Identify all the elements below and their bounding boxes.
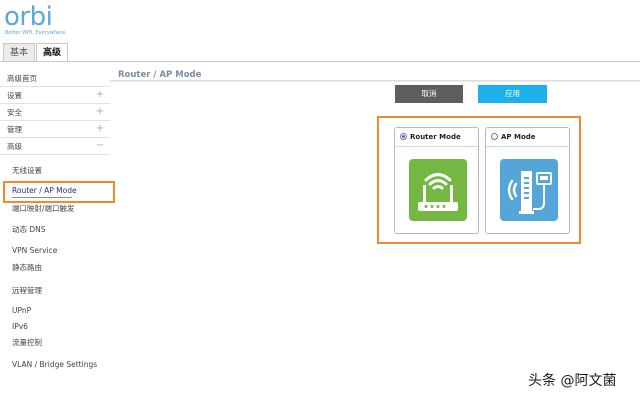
highlight-box-sidebar: [3, 181, 115, 203]
ap-mode-header[interactable]: AP Mode: [486, 128, 569, 147]
access-point-icon: [500, 159, 558, 221]
sidebar-item-vpn-service[interactable]: VPN Service: [0, 244, 110, 258]
sidebar-section-admin[interactable]: 管理 +: [0, 121, 110, 138]
sidebar-section-advanced[interactable]: 高级 −: [0, 138, 110, 155]
page-title: Router / AP Mode: [118, 70, 202, 80]
sidebar-item-label: 高级: [7, 142, 22, 151]
sidebar-item-dynamic-dns[interactable]: 动态 DNS: [0, 223, 110, 237]
sidebar-section-setup[interactable]: 设置 +: [0, 87, 110, 104]
expand-icon[interactable]: +: [96, 121, 104, 137]
ap-mode-label: AP Mode: [501, 133, 536, 141]
sidebar-item-label: 管理: [7, 125, 22, 134]
sidebar-section-security[interactable]: 安全 +: [0, 104, 110, 121]
sidebar: 高级首页 设置 + 安全 + 管理 + 高级 − 无线设置 Router / A…: [0, 62, 110, 400]
top-tabs: 基本 高级: [3, 43, 69, 62]
router-mode-radio[interactable]: [400, 133, 407, 140]
sidebar-item-label: 高级首页: [7, 74, 37, 83]
expand-icon[interactable]: +: [96, 104, 104, 120]
wifi-router-icon: [409, 159, 467, 221]
sidebar-item-label: 安全: [7, 108, 22, 117]
sidebar-item-wireless[interactable]: 无线设置: [0, 164, 110, 178]
router-admin-page: orbi Better WiFi. Everywhere. 基本 高级 高级首页…: [0, 0, 640, 400]
tab-basic[interactable]: 基本: [3, 43, 36, 62]
header: orbi Better WiFi. Everywhere. 基本 高级: [0, 0, 640, 62]
router-mode-header[interactable]: Router Mode: [395, 128, 478, 147]
router-mode-label: Router Mode: [410, 133, 461, 141]
sidebar-item-advanced-home[interactable]: 高级首页: [0, 70, 110, 87]
sidebar-item-traffic-control[interactable]: 流量控制: [0, 336, 110, 350]
watermark: 头条 @阿文菌: [528, 373, 617, 389]
ap-mode-radio[interactable]: [491, 133, 498, 140]
sidebar-item-vlan-bridge[interactable]: VLAN / Bridge Settings: [0, 358, 110, 372]
expand-icon[interactable]: +: [96, 87, 104, 103]
cancel-button[interactable]: 取消: [395, 85, 463, 103]
apply-button[interactable]: 应用: [478, 85, 547, 103]
tab-advanced[interactable]: 高级: [36, 43, 69, 62]
title-divider: [110, 80, 640, 82]
sidebar-item-static-routes[interactable]: 静态路由: [0, 261, 110, 275]
sidebar-item-ipv6[interactable]: IPv6: [0, 320, 110, 334]
sidebar-item-label: 设置: [7, 91, 22, 100]
sidebar-item-port-forwarding[interactable]: 端口映射/端口触发: [0, 202, 110, 216]
sidebar-item-remote-management[interactable]: 远程管理: [0, 284, 110, 298]
sidebar-item-upnp[interactable]: UPnP: [0, 304, 110, 318]
orbi-logo: orbi: [4, 2, 53, 32]
router-mode-card[interactable]: Router Mode: [394, 127, 479, 234]
collapse-icon[interactable]: −: [96, 138, 104, 154]
ap-mode-card[interactable]: AP Mode: [485, 127, 570, 234]
logo-tagline: Better WiFi. Everywhere.: [5, 30, 67, 36]
mode-selection-panel: Router Mode AP Mode: [377, 116, 581, 244]
